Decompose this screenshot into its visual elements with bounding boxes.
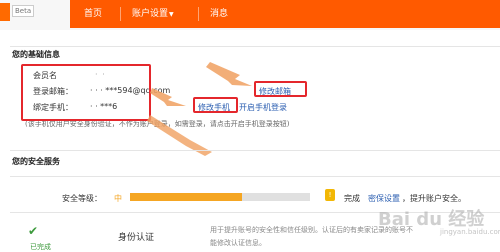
section-divider (10, 176, 500, 177)
completed-status: 已完成 (30, 243, 51, 251)
security-level-bar (130, 193, 310, 201)
identity-auth-desc-2: 能修改认证信息。 (210, 239, 266, 247)
arrow-to-edit-phone (150, 88, 186, 106)
security-services-title: 您的安全服务 (12, 157, 60, 166)
warning-badge-icon: ! (325, 189, 335, 201)
security-level-value: 中 (114, 194, 122, 203)
section-divider (10, 150, 500, 151)
identity-auth-label: 身份认证 (118, 233, 155, 243)
security-level-fill (130, 193, 242, 201)
complete-text: 完成 (344, 194, 360, 203)
security-question-settings-link[interactable]: 密保设置 (368, 193, 400, 204)
complete-suffix-text: ，提升账户安全。 (402, 194, 466, 203)
security-level-label: 安全等级： (62, 194, 102, 203)
checkmark-icon: ✔ (28, 224, 39, 238)
arrow-to-edit-email (206, 62, 252, 86)
watermark-url: jingyan.baidu.com (440, 228, 500, 236)
